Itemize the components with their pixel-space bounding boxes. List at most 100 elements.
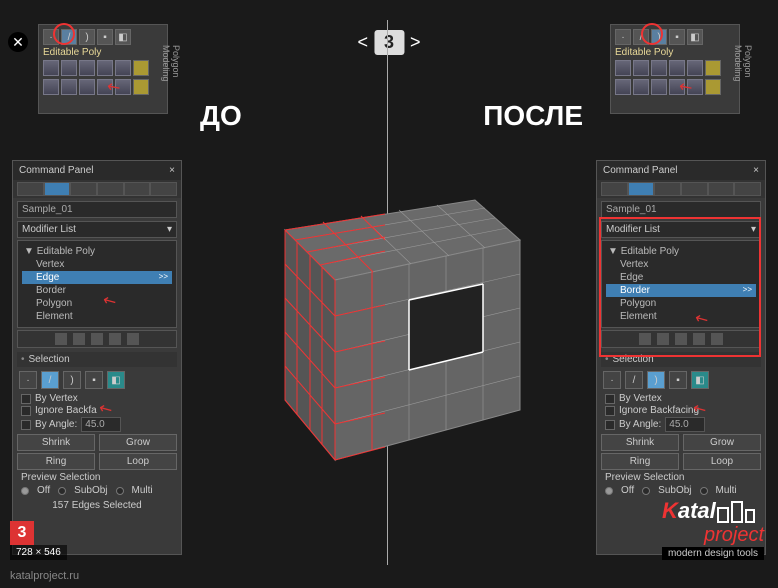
tree-vertex[interactable]: Vertex (606, 258, 756, 271)
sel-vertex-icon[interactable]: · (19, 371, 37, 389)
ribbon-tool-8[interactable] (61, 79, 77, 95)
tree-vertex[interactable]: Vertex (22, 258, 172, 271)
configure-icon[interactable] (127, 333, 139, 345)
ribbon-tool-8[interactable] (633, 79, 649, 95)
selection-rollout[interactable]: Selection (17, 352, 177, 367)
pin-icon[interactable] (55, 333, 67, 345)
tree-polygon[interactable]: Polygon (22, 297, 172, 310)
modify-tab[interactable] (628, 182, 655, 196)
utilities-tab[interactable] (734, 182, 761, 196)
preview-multi-radio[interactable] (116, 487, 124, 495)
ribbon-tool-3[interactable] (651, 60, 667, 76)
ribbon-tool-1[interactable] (615, 60, 631, 76)
ribbon-tool-6[interactable] (133, 60, 149, 76)
ribbon-edge-icon[interactable]: / (61, 29, 77, 45)
preview-subobj-radio[interactable] (642, 487, 650, 495)
show-result-icon[interactable] (657, 333, 669, 345)
tree-root[interactable]: ▼ Editable Poly (22, 245, 172, 258)
ring-button[interactable]: Ring (601, 453, 679, 470)
ribbon-border-icon[interactable]: ) (79, 29, 95, 45)
object-name-input[interactable]: Sample_01 (601, 201, 761, 218)
tree-border[interactable]: Border (22, 284, 172, 297)
tree-element[interactable]: Element (22, 310, 172, 323)
motion-tab[interactable] (681, 182, 708, 196)
display-tab[interactable] (708, 182, 735, 196)
object-name-input[interactable]: Sample_01 (17, 201, 177, 218)
by-angle-checkbox[interactable] (21, 420, 31, 430)
ribbon-tool-2[interactable] (633, 60, 649, 76)
ribbon-tool-9[interactable] (651, 79, 667, 95)
grow-button[interactable]: Grow (99, 434, 177, 451)
create-tab[interactable] (601, 182, 628, 196)
sel-element-icon[interactable]: ◧ (107, 371, 125, 389)
shrink-button[interactable]: Shrink (17, 434, 95, 451)
ribbon-element-icon[interactable]: ◧ (687, 29, 703, 45)
motion-tab[interactable] (97, 182, 124, 196)
ribbon-tool-12[interactable] (705, 79, 721, 95)
sel-polygon-icon[interactable]: ▪ (669, 371, 687, 389)
pin-icon[interactable] (639, 333, 651, 345)
ribbon-tool-4[interactable] (97, 60, 113, 76)
ribbon-tool-1[interactable] (43, 60, 59, 76)
selection-rollout[interactable]: Selection (601, 352, 761, 367)
ribbon-tool-6[interactable] (705, 60, 721, 76)
utilities-tab[interactable] (150, 182, 177, 196)
panel-close-icon[interactable]: × (169, 165, 175, 176)
shrink-button[interactable]: Shrink (601, 434, 679, 451)
by-angle-checkbox[interactable] (605, 420, 615, 430)
hierarchy-tab[interactable] (70, 182, 97, 196)
ribbon-polygon-icon[interactable]: ▪ (669, 29, 685, 45)
preview-off-radio[interactable] (21, 487, 29, 495)
ignore-backfacing-checkbox[interactable] (21, 406, 31, 416)
ignore-backfacing-checkbox[interactable] (605, 406, 615, 416)
hierarchy-tab[interactable] (654, 182, 681, 196)
tree-root[interactable]: ▼ Editable Poly (606, 245, 756, 258)
ribbon-polygon-icon[interactable]: ▪ (97, 29, 113, 45)
ribbon-vertex-icon[interactable]: · (615, 29, 631, 45)
tree-edge[interactable]: Edge (22, 271, 172, 284)
close-button[interactable]: ✕ (8, 32, 28, 52)
tree-border[interactable]: Border (606, 284, 756, 297)
angle-input[interactable] (81, 417, 121, 432)
modifier-list-dropdown[interactable]: Modifier List▾ (17, 221, 177, 238)
ribbon-tool-5[interactable] (687, 60, 703, 76)
grow-button[interactable]: Grow (683, 434, 761, 451)
ribbon-tool-3[interactable] (79, 60, 95, 76)
tree-edge[interactable]: Edge (606, 271, 756, 284)
unique-icon[interactable] (91, 333, 103, 345)
sel-edge-icon[interactable]: / (41, 371, 59, 389)
modify-tab[interactable] (44, 182, 71, 196)
configure-icon[interactable] (711, 333, 723, 345)
loop-button[interactable]: Loop (99, 453, 177, 470)
sel-edge-icon[interactable]: / (625, 371, 643, 389)
preview-subobj-radio[interactable] (58, 487, 66, 495)
sel-border-icon[interactable]: ) (63, 371, 81, 389)
sel-border-icon[interactable]: ) (647, 371, 665, 389)
loop-button[interactable]: Loop (683, 453, 761, 470)
unique-icon[interactable] (675, 333, 687, 345)
create-tab[interactable] (17, 182, 44, 196)
ribbon-tool-9[interactable] (79, 79, 95, 95)
ribbon-tool-12[interactable] (133, 79, 149, 95)
by-vertex-checkbox[interactable] (21, 394, 31, 404)
remove-icon[interactable] (109, 333, 121, 345)
by-vertex-checkbox[interactable] (605, 394, 615, 404)
footer-link[interactable]: katalproject.ru (10, 570, 79, 582)
panel-close-icon[interactable]: × (753, 165, 759, 176)
ribbon-tool-5[interactable] (115, 60, 131, 76)
ribbon-tool-2[interactable] (61, 60, 77, 76)
preview-multi-radio[interactable] (700, 487, 708, 495)
ribbon-tool-4[interactable] (669, 60, 685, 76)
preview-off-radio[interactable] (605, 487, 613, 495)
ribbon-element-icon[interactable]: ◧ (115, 29, 131, 45)
ribbon-tool-7[interactable] (43, 79, 59, 95)
ribbon-vertex-icon[interactable]: · (43, 29, 59, 45)
sel-element-icon[interactable]: ◧ (691, 371, 709, 389)
show-result-icon[interactable] (73, 333, 85, 345)
tree-polygon[interactable]: Polygon (606, 297, 756, 310)
ribbon-edge-icon[interactable]: / (633, 29, 649, 45)
display-tab[interactable] (124, 182, 151, 196)
ribbon-border-icon[interactable]: ) (651, 29, 667, 45)
tree-element[interactable]: Element (606, 310, 756, 323)
sel-vertex-icon[interactable]: · (603, 371, 621, 389)
